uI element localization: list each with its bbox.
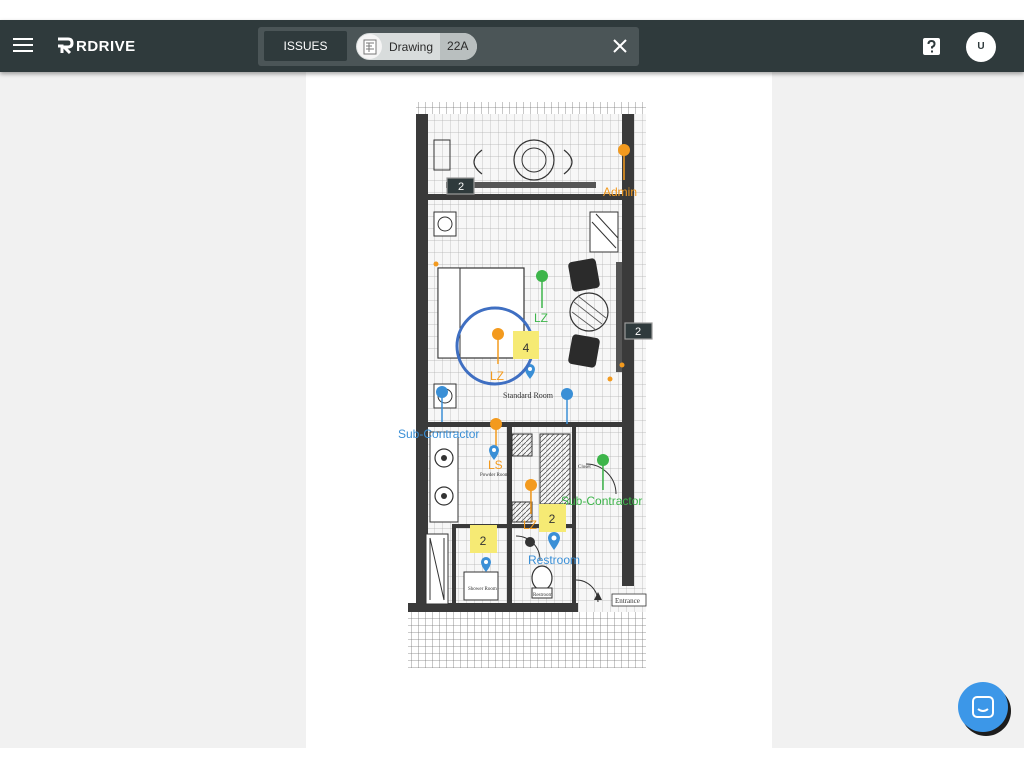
pin-head-icon [618, 144, 630, 156]
wall-left-inner [452, 524, 456, 603]
pin-label: LZ [534, 311, 548, 325]
sink-1-drain [441, 455, 447, 461]
issues-button[interactable]: ISSUES [264, 31, 347, 61]
shower-room-label: Shower Room [468, 587, 497, 592]
pin-label: Sub-Contractor [561, 494, 642, 508]
entrance-label: Entrance [615, 597, 640, 605]
cluster-badge[interactable]: 4 [513, 331, 539, 359]
app-bar: RDRIVE ISSUES Drawing 22A U [0, 20, 1024, 72]
cluster-badge[interactable]: 2 [624, 322, 653, 340]
floor-drain [525, 537, 535, 547]
sink-2-drain [441, 493, 447, 499]
cluster-badge[interactable]: 2 [470, 525, 497, 553]
pin-label: Admin [603, 185, 637, 199]
wall-bath-mid [507, 427, 512, 603]
wall-top-divider [428, 194, 622, 200]
shower-hatch [511, 433, 533, 457]
chip-label: Drawing [389, 39, 434, 54]
floor-plan[interactable]: Standard Room Restroom Entrance Shower R… [306, 72, 772, 748]
pin-head-icon [525, 479, 537, 491]
pin-head-icon [492, 328, 504, 340]
drawing-sheet[interactable]: Standard Room Restroom Entrance Shower R… [306, 72, 772, 748]
chat-widget-icon[interactable] [958, 682, 1008, 732]
armchair-1 [568, 258, 600, 292]
pin-label: Sub-Contractor [398, 427, 479, 441]
logo-text: RDRIVE [76, 37, 136, 55]
pin-head-icon [536, 270, 548, 282]
standard-room-label: Standard Room [503, 391, 554, 400]
pin-head-icon [436, 386, 448, 398]
cluster-badge[interactable]: 2 [539, 504, 566, 532]
top-strip [0, 0, 1024, 20]
logo[interactable]: RDRIVE [56, 34, 136, 58]
cluster-count: 2 [635, 326, 641, 338]
vanity [429, 431, 459, 523]
cluster-badge[interactable]: 2 [446, 177, 475, 195]
drawing-thumbnail-icon [357, 34, 382, 59]
cluster-count: 2 [480, 534, 487, 548]
closet-label: Closet [578, 465, 591, 470]
wall-bath-mid2 [572, 427, 576, 603]
small-dot-marker [433, 261, 439, 267]
shower-room-bench [463, 571, 499, 601]
pin-label: Restroom [528, 553, 580, 567]
tv-wall [616, 262, 622, 372]
nightstand-1 [433, 211, 457, 237]
roof-strip [416, 102, 646, 114]
bottom-strip [0, 748, 1024, 768]
pin-head-icon [597, 454, 609, 466]
pin-head-icon [490, 418, 502, 430]
hamburger-menu-icon[interactable] [13, 35, 33, 55]
chip-value: 22A [440, 33, 478, 60]
close-icon[interactable] [613, 39, 627, 53]
pin-label: LS [488, 458, 503, 472]
cluster-count: 2 [549, 512, 556, 526]
exterior-paving [408, 612, 646, 668]
cluster-count: 2 [458, 181, 464, 193]
small-dot-marker [619, 362, 625, 368]
logo-mark-icon [58, 37, 74, 55]
filter-bar: ISSUES Drawing 22A [258, 27, 639, 66]
powder-room-label: Powder Room [480, 473, 509, 478]
drawing-filter-chip[interactable]: Drawing 22A [356, 33, 478, 60]
pin-label: LZ [490, 369, 504, 383]
help-icon[interactable] [923, 38, 940, 55]
small-dot-marker [607, 376, 613, 382]
restroom-label-small: Restroom [533, 593, 553, 598]
drawing-workspace: Standard Room Restroom Entrance Shower R… [0, 72, 1024, 748]
toilet-bowl [531, 565, 553, 591]
armchair-2 [568, 334, 600, 368]
cluster-count: 4 [523, 341, 530, 355]
user-avatar[interactable]: U [966, 32, 996, 62]
pin-label: LZ [523, 518, 537, 532]
